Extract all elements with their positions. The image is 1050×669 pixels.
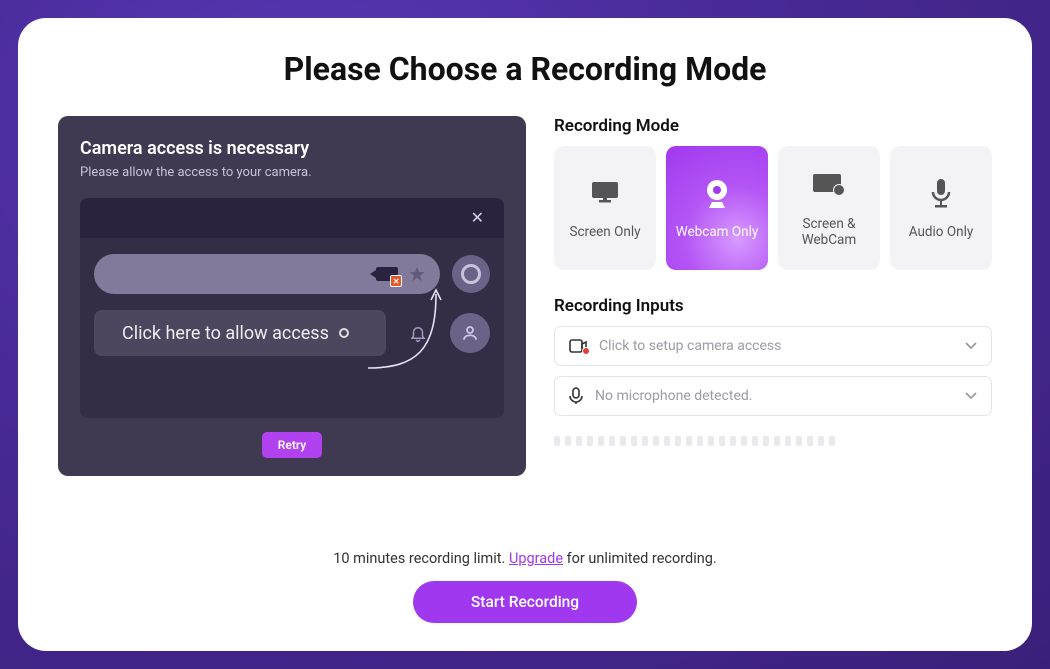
microphone-input-select[interactable]: No microphone detected.	[554, 376, 992, 416]
monitor-icon	[590, 176, 620, 210]
mode-label: Webcam Only	[676, 224, 759, 240]
mock-address-row: ✕ ★	[94, 254, 490, 294]
camera-input-text: Click to setup camera access	[599, 338, 781, 354]
start-recording-button[interactable]: Start Recording	[413, 581, 637, 623]
recording-mode-options: Screen Only Webcam Only Screen & WebCam	[554, 146, 992, 270]
main-panel: Please Choose a Recording Mode Camera ac…	[18, 18, 1032, 651]
camera-input-select[interactable]: Click to setup camera access	[554, 326, 992, 366]
mock-browser: ✕ ✕ ★ Click here to allow access	[80, 198, 504, 418]
microphone-input-text: No microphone detected.	[595, 388, 752, 404]
recording-inputs: Click to setup camera access No micropho…	[554, 326, 992, 416]
screen-webcam-icon	[812, 168, 846, 202]
camera-error-dot-icon	[582, 347, 590, 355]
close-icon[interactable]: ✕	[471, 210, 484, 226]
columns: Camera access is necessary Please allow …	[58, 116, 992, 476]
bookmark-star-icon[interactable]: ★	[408, 262, 426, 286]
chevron-down-icon	[965, 342, 977, 350]
footer: 10 minutes recording limit. Upgrade for …	[18, 550, 1032, 623]
mock-instruction-row: Click here to allow access	[94, 310, 490, 356]
instruction-text: Click here to allow access	[122, 323, 329, 344]
mock-address-bar[interactable]: ✕ ★	[94, 254, 440, 294]
mode-audio-only[interactable]: Audio Only	[890, 146, 992, 270]
limit-prefix: 10 minutes recording limit.	[333, 550, 509, 567]
webcam-icon	[703, 176, 731, 210]
mode-label: Screen Only	[569, 224, 640, 240]
recording-inputs-label: Recording Inputs	[554, 296, 992, 316]
record-indicator-icon[interactable]	[452, 255, 490, 293]
camera-preview-panel: Camera access is necessary Please allow …	[58, 116, 526, 476]
mode-screen-and-webcam[interactable]: Screen & WebCam	[778, 146, 880, 270]
camera-icon	[569, 339, 587, 353]
mock-browser-titlebar: ✕	[80, 198, 504, 238]
pointer-dot-icon	[339, 328, 349, 338]
microphone-icon	[930, 176, 952, 210]
mode-label: Screen & WebCam	[784, 216, 874, 248]
retry-button[interactable]: Retry	[262, 432, 323, 458]
mode-screen-only[interactable]: Screen Only	[554, 146, 656, 270]
notifications-icon[interactable]	[398, 313, 438, 353]
recording-mode-label: Recording Mode	[554, 116, 992, 136]
profile-icon[interactable]	[450, 313, 490, 353]
settings-column: Recording Mode Screen Only Webcam Only	[554, 116, 992, 476]
mode-webcam-only[interactable]: Webcam Only	[666, 146, 768, 270]
microphone-icon	[569, 387, 583, 405]
upgrade-link[interactable]: Upgrade	[509, 550, 563, 567]
mode-label: Audio Only	[909, 224, 974, 240]
page-title: Please Choose a Recording Mode	[58, 50, 992, 88]
chevron-down-icon	[965, 392, 977, 400]
preview-heading: Camera access is necessary	[80, 138, 504, 159]
recording-limit-text: 10 minutes recording limit. Upgrade for …	[18, 550, 1032, 567]
camera-blocked-icon[interactable]: ✕	[376, 267, 398, 281]
preview-subtext: Please allow the access to your camera.	[80, 165, 504, 180]
limit-suffix: for unlimited recording.	[563, 550, 717, 567]
audio-level-meter	[554, 436, 992, 446]
allow-access-hint: Click here to allow access	[94, 310, 386, 356]
